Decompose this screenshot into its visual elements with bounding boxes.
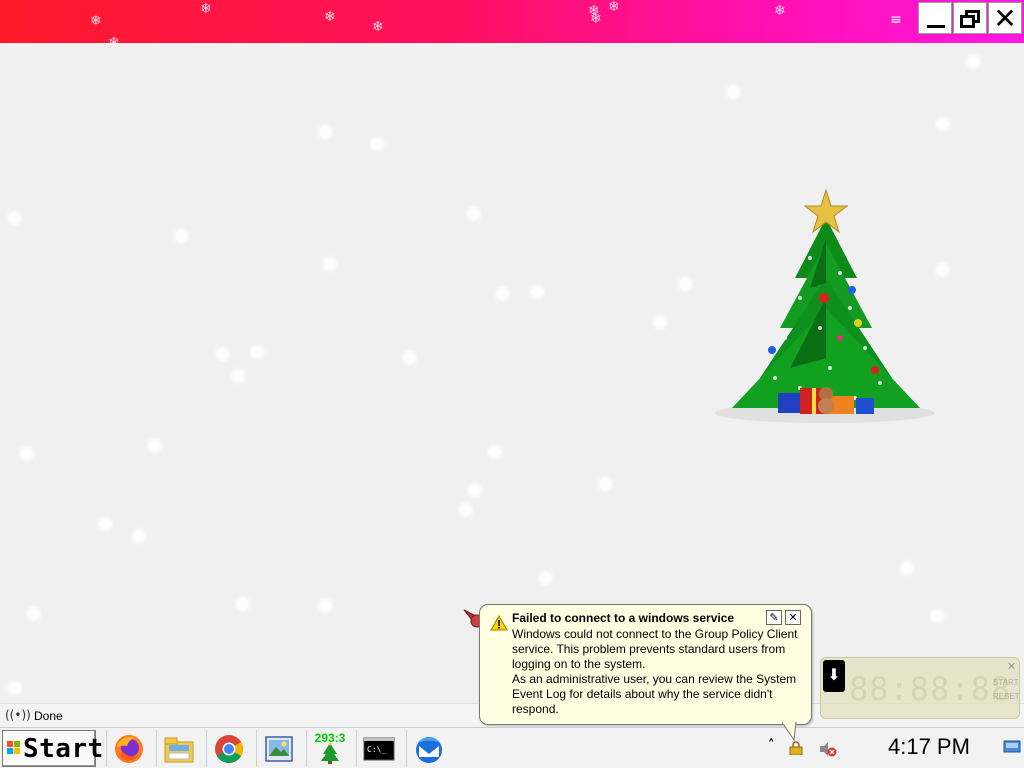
snowflake-decoration: ❄ [200,1,212,17]
volume-muted-icon[interactable] [818,740,838,758]
snowflake [22,449,32,459]
wrench-icon: ✎ [769,611,779,624]
snowflake-decoration: ❄ [590,11,602,27]
snowflake [655,317,665,327]
taskbar-christmas-tree-counter[interactable]: 293:3 [306,730,350,767]
taskbar-firefox[interactable] [106,730,150,767]
snowflake [468,209,478,219]
minimize-icon [927,25,945,28]
wireless-signal-icon: ((•)) [5,708,31,722]
notification-balloon[interactable]: Failed to connect to a windows service W… [479,604,812,725]
snowflake [460,505,470,515]
firefox-icon [115,735,143,763]
snowflake [218,349,228,359]
snowflake [532,287,542,297]
taskbar-file-manager[interactable] [156,730,200,767]
snowflake-decoration: ❄ [108,35,120,43]
status-text: Done [34,709,63,723]
snowflake [325,259,335,269]
restore-button[interactable] [953,2,987,34]
snowflake [10,683,20,693]
taskbar-thunderbird[interactable] [406,730,450,767]
christmas-tree-image [715,188,935,423]
start-label: Start [23,734,104,764]
folder-icon [164,737,194,763]
christmas-tree-icon [321,742,339,764]
snowflake-decoration: ❄ [372,19,384,35]
minimize-button[interactable] [918,2,952,34]
show-desktop-icon[interactable] [1003,740,1021,754]
snowflake [968,57,978,67]
snowflake [470,485,480,495]
snowflake [320,601,330,611]
snowflake [490,447,500,457]
balloon-tail [782,722,797,742]
snowflake [372,139,382,149]
snowflake [540,573,550,583]
snowflake [932,611,942,621]
snowflake [233,371,243,381]
snowflake [150,441,160,451]
command-prompt-icon: C:\_ [363,737,395,761]
snowflake-decoration: ❄ [774,3,786,19]
snowflake [134,531,144,541]
svg-text:C:\_: C:\_ [367,745,386,754]
snowflake [498,289,508,299]
taskbar-image-viewer[interactable] [256,730,300,767]
snowflake [320,127,330,137]
snowflake-decoration: ❄ [90,13,102,29]
snowflake-decoration: ❄ [324,9,336,25]
snowflake [252,347,262,357]
snowflake [100,519,110,529]
close-button[interactable]: ✕ [988,2,1022,35]
taskbar: Start 293:3 C:\_ ˄ 4:17 PM [0,727,1024,768]
chrome-icon [215,735,243,763]
warning-icon [490,615,508,631]
lock-icon[interactable] [789,741,803,755]
snowflake [728,87,738,97]
stopwatch-download-arrow-icon[interactable]: ⬇ [823,660,845,692]
snowflake [176,231,186,241]
snowflake [902,563,912,573]
taskbar-chrome[interactable] [206,730,250,767]
hamburger-menu-icon[interactable]: ≡ [888,12,904,28]
snowflake [938,119,948,129]
snowflake [28,609,38,619]
stopwatch-start-button[interactable]: START [993,678,1018,687]
snowflake [680,279,690,289]
thunderbird-icon [416,737,442,763]
tray-expand-icon[interactable]: ˄ [768,738,775,753]
close-icon: ✕ [993,2,1017,35]
stopwatch-reset-button[interactable]: RESET [993,692,1020,701]
snowflake [238,599,248,609]
windows-logo-icon [7,741,20,754]
stopwatch-close-icon[interactable]: ✕ [1007,660,1016,673]
image-viewer-icon [265,736,293,762]
notification-close-button[interactable]: ✕ [785,610,801,625]
stopwatch-digits: 88:88:88 [849,670,1012,708]
notification-message: Windows could not connect to the Group P… [512,627,798,671]
snowflake-decoration: ❄ [608,0,620,15]
start-button[interactable]: Start [2,730,103,767]
taskbar-command-prompt[interactable]: C:\_ [356,730,400,767]
notification-options-button[interactable]: ✎ [766,610,782,625]
notification-detail: As an administrative user, you can revie… [512,672,797,716]
snowflake [600,479,610,489]
notification-body: Windows could not connect to the Group P… [512,627,804,717]
notification-title: Failed to connect to a windows service [512,611,735,625]
snowflake [10,213,20,223]
stopwatch-gadget[interactable]: ⬇ 88:88:88 ✕ START RESET [820,657,1020,719]
tray-clock[interactable]: 4:17 PM [888,734,970,760]
title-bar: ❄ ❄ ❄ ❄ ❄ ❄ ❄ ❄ ❄ ≡ ✕ [0,0,1024,43]
close-icon: ✕ [788,611,798,624]
snowflake [404,353,414,363]
